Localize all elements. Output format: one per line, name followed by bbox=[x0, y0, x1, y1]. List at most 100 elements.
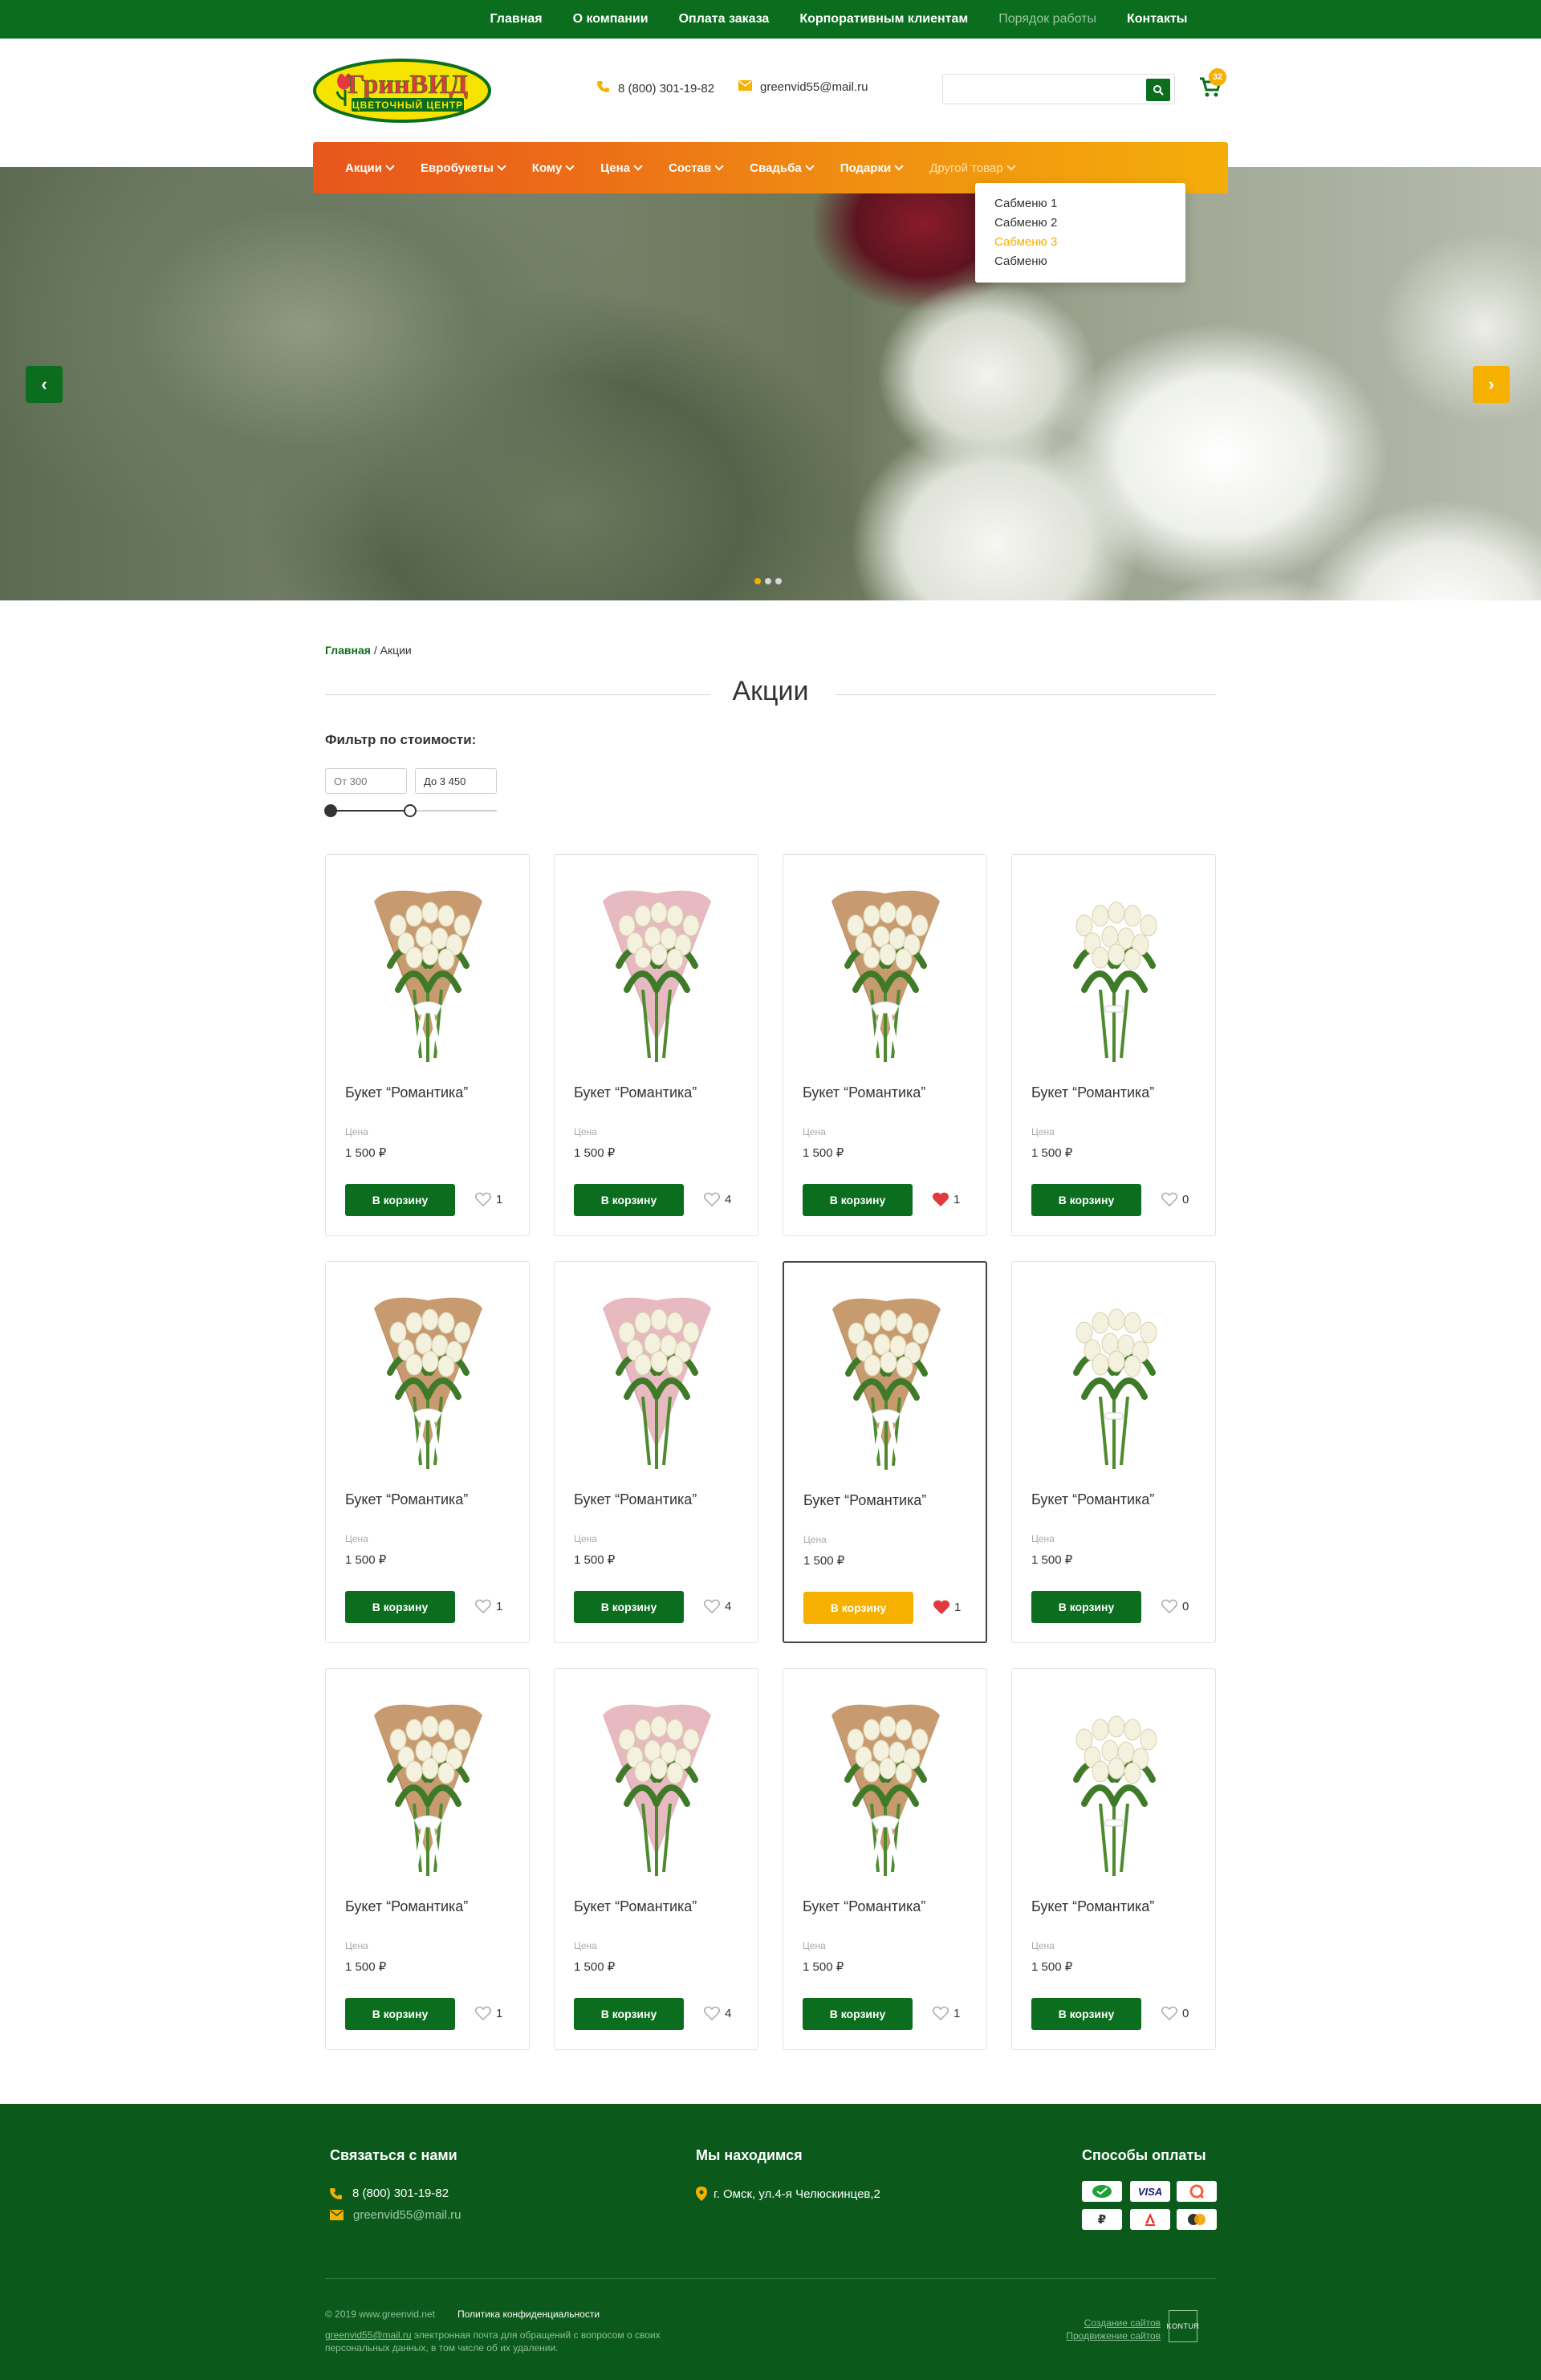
product-name[interactable]: Букет “Романтика” bbox=[1031, 1898, 1154, 1915]
like-button[interactable]: 0 bbox=[1161, 2006, 1189, 2020]
footer-dev-link-1[interactable]: Создание сайтов bbox=[1059, 2317, 1161, 2329]
product-card[interactable]: Букет “Романтика” Цена 1 500 ₽ В корзину 1 bbox=[783, 1261, 987, 1643]
footer-note-email[interactable]: greenvid55@mail.ru bbox=[325, 2329, 412, 2341]
product-name[interactable]: Букет “Романтика” bbox=[574, 1084, 697, 1101]
product-card[interactable]: Букет “Романтика” Цена 1 500 ₽ В корзину 0 bbox=[1011, 1261, 1216, 1643]
product-image[interactable] bbox=[579, 1276, 735, 1477]
product-card[interactable]: Букет “Романтика” Цена 1 500 ₽ В корзину 1 bbox=[325, 854, 530, 1236]
product-name[interactable]: Букет “Романтика” bbox=[574, 1491, 697, 1508]
product-card[interactable]: Букет “Романтика” Цена 1 500 ₽ В корзину 4 bbox=[554, 1261, 758, 1643]
like-button[interactable]: 1 bbox=[475, 2006, 502, 2020]
slider-next-button[interactable]: › bbox=[1473, 366, 1510, 403]
product-image[interactable] bbox=[1036, 869, 1193, 1070]
like-button[interactable]: 1 bbox=[933, 1192, 960, 1206]
breadcrumb-home[interactable]: Главная bbox=[325, 644, 371, 657]
product-card[interactable]: Букет “Романтика” Цена 1 500 ₽ В корзину 1 bbox=[783, 854, 987, 1236]
like-button[interactable]: 0 bbox=[1161, 1192, 1189, 1206]
like-button[interactable]: 1 bbox=[475, 1192, 502, 1206]
product-card[interactable]: Букет “Романтика” Цена 1 500 ₽ В корзину 0 bbox=[1011, 1668, 1216, 2050]
like-button[interactable]: 4 bbox=[704, 1599, 731, 1613]
top-nav-home[interactable]: Главная bbox=[490, 12, 543, 26]
product-image[interactable] bbox=[807, 869, 964, 1070]
submenu-item[interactable]: Сабменю bbox=[994, 252, 1166, 271]
price-from-input[interactable] bbox=[325, 768, 407, 794]
product-name[interactable]: Букет “Романтика” bbox=[345, 1084, 468, 1101]
search-button[interactable] bbox=[1146, 79, 1170, 101]
header-phone[interactable]: 8 (800) 301-19-82 bbox=[597, 80, 714, 96]
product-image[interactable] bbox=[1036, 1276, 1193, 1477]
main-nav-price[interactable]: Цена bbox=[600, 161, 643, 175]
product-image[interactable] bbox=[808, 1277, 965, 1478]
add-to-cart-button[interactable]: В корзину bbox=[345, 1184, 455, 1216]
product-image[interactable] bbox=[350, 869, 506, 1070]
top-nav-about[interactable]: О компании bbox=[573, 12, 649, 26]
add-to-cart-button[interactable]: В корзину bbox=[574, 1184, 684, 1216]
product-card[interactable]: Букет “Романтика” Цена 1 500 ₽ В корзину 1 bbox=[325, 1261, 530, 1643]
main-nav-recipient[interactable]: Кому bbox=[532, 161, 575, 175]
product-image[interactable] bbox=[350, 1276, 506, 1477]
footer-privacy-link[interactable]: Политика конфиденциальности bbox=[457, 2309, 600, 2320]
add-to-cart-button[interactable]: В корзину bbox=[1031, 1998, 1141, 2030]
main-nav-gifts[interactable]: Подарки bbox=[840, 161, 904, 175]
product-image[interactable] bbox=[1036, 1683, 1193, 1884]
add-to-cart-button[interactable]: В корзину bbox=[345, 1591, 455, 1623]
top-nav-contacts[interactable]: Контакты bbox=[1127, 12, 1187, 26]
price-slider-max-handle[interactable] bbox=[404, 804, 417, 817]
add-to-cart-button[interactable]: В корзину bbox=[803, 1592, 913, 1624]
product-name[interactable]: Букет “Романтика” bbox=[345, 1898, 468, 1915]
slider-prev-button[interactable]: ‹ bbox=[26, 366, 63, 403]
add-to-cart-button[interactable]: В корзину bbox=[1031, 1184, 1141, 1216]
product-name[interactable]: Букет “Романтика” bbox=[803, 1084, 925, 1101]
product-name[interactable]: Букет “Романтика” bbox=[574, 1898, 697, 1915]
submenu-item[interactable]: Сабменю 1 bbox=[994, 194, 1166, 214]
add-to-cart-button[interactable]: В корзину bbox=[345, 1998, 455, 2030]
price-to-input[interactable] bbox=[415, 768, 497, 794]
top-nav-corporate[interactable]: Корпоративным клиентам bbox=[799, 12, 968, 26]
slider-dot[interactable] bbox=[775, 578, 782, 584]
product-name[interactable]: Букет “Романтика” bbox=[345, 1491, 468, 1508]
slider-dot[interactable] bbox=[765, 578, 771, 584]
like-button[interactable]: 1 bbox=[475, 1599, 502, 1613]
like-button[interactable]: 1 bbox=[933, 2006, 960, 2020]
footer-email[interactable]: greenvid55@mail.ru bbox=[330, 2208, 461, 2222]
product-image[interactable] bbox=[807, 1683, 964, 1884]
top-nav-work-order[interactable]: Порядок работы bbox=[998, 12, 1096, 26]
header-email[interactable]: greenvid55@mail.ru bbox=[738, 80, 868, 94]
main-nav-other[interactable]: Другой товар bbox=[929, 161, 1016, 175]
main-nav-promo[interactable]: Акции bbox=[345, 161, 395, 175]
product-card[interactable]: Букет “Романтика” Цена 1 500 ₽ В корзину 1 bbox=[783, 1668, 987, 2050]
like-button[interactable]: 0 bbox=[1161, 1599, 1189, 1613]
add-to-cart-button[interactable]: В корзину bbox=[803, 1184, 913, 1216]
product-image[interactable] bbox=[579, 869, 735, 1070]
product-name[interactable]: Букет “Романтика” bbox=[803, 1898, 925, 1915]
product-image[interactable] bbox=[350, 1683, 506, 1884]
slider-dot[interactable] bbox=[754, 578, 761, 584]
footer-dev-link-2[interactable]: Продвижение сайтов bbox=[1059, 2330, 1161, 2341]
product-card[interactable]: Букет “Романтика” Цена 1 500 ₽ В корзину 1 bbox=[325, 1668, 530, 2050]
main-nav-composition[interactable]: Состав bbox=[669, 161, 724, 175]
add-to-cart-button[interactable]: В корзину bbox=[574, 1998, 684, 2030]
submenu-item[interactable]: Сабменю 2 bbox=[994, 214, 1166, 233]
main-nav-wedding[interactable]: Свадьба bbox=[750, 161, 815, 175]
product-card[interactable]: Букет “Романтика” Цена 1 500 ₽ В корзину 4 bbox=[554, 854, 758, 1236]
add-to-cart-button[interactable]: В корзину bbox=[574, 1591, 684, 1623]
footer-phone[interactable]: 8 (800) 301-19-82 bbox=[330, 2187, 449, 2200]
add-to-cart-button[interactable]: В корзину bbox=[803, 1998, 913, 2030]
logo[interactable]: ГринВИД ЦВЕТОЧНЫЙ ЦЕНТР bbox=[313, 58, 491, 124]
like-button[interactable]: 4 bbox=[704, 1192, 731, 1206]
kontur-logo[interactable]: KONTUR bbox=[1167, 2310, 1199, 2342]
product-card[interactable]: Букет “Романтика” Цена 1 500 ₽ В корзину 0 bbox=[1011, 854, 1216, 1236]
product-name[interactable]: Букет “Романтика” bbox=[1031, 1491, 1154, 1508]
submenu-item[interactable]: Сабменю 3 bbox=[994, 233, 1166, 252]
add-to-cart-button[interactable]: В корзину bbox=[1031, 1591, 1141, 1623]
product-name[interactable]: Букет “Романтика” bbox=[1031, 1084, 1154, 1101]
search-input[interactable] bbox=[951, 81, 1136, 97]
like-button[interactable]: 1 bbox=[933, 1600, 961, 1614]
product-card[interactable]: Букет “Романтика” Цена 1 500 ₽ В корзину 4 bbox=[554, 1668, 758, 2050]
main-nav-eurobouquets[interactable]: Евробукеты bbox=[421, 161, 506, 175]
product-name[interactable]: Букет “Романтика” bbox=[803, 1492, 926, 1509]
top-nav-payment[interactable]: Оплата заказа bbox=[679, 12, 770, 26]
price-slider-min-handle[interactable] bbox=[324, 804, 337, 817]
product-image[interactable] bbox=[579, 1683, 735, 1884]
like-button[interactable]: 4 bbox=[704, 2006, 731, 2020]
